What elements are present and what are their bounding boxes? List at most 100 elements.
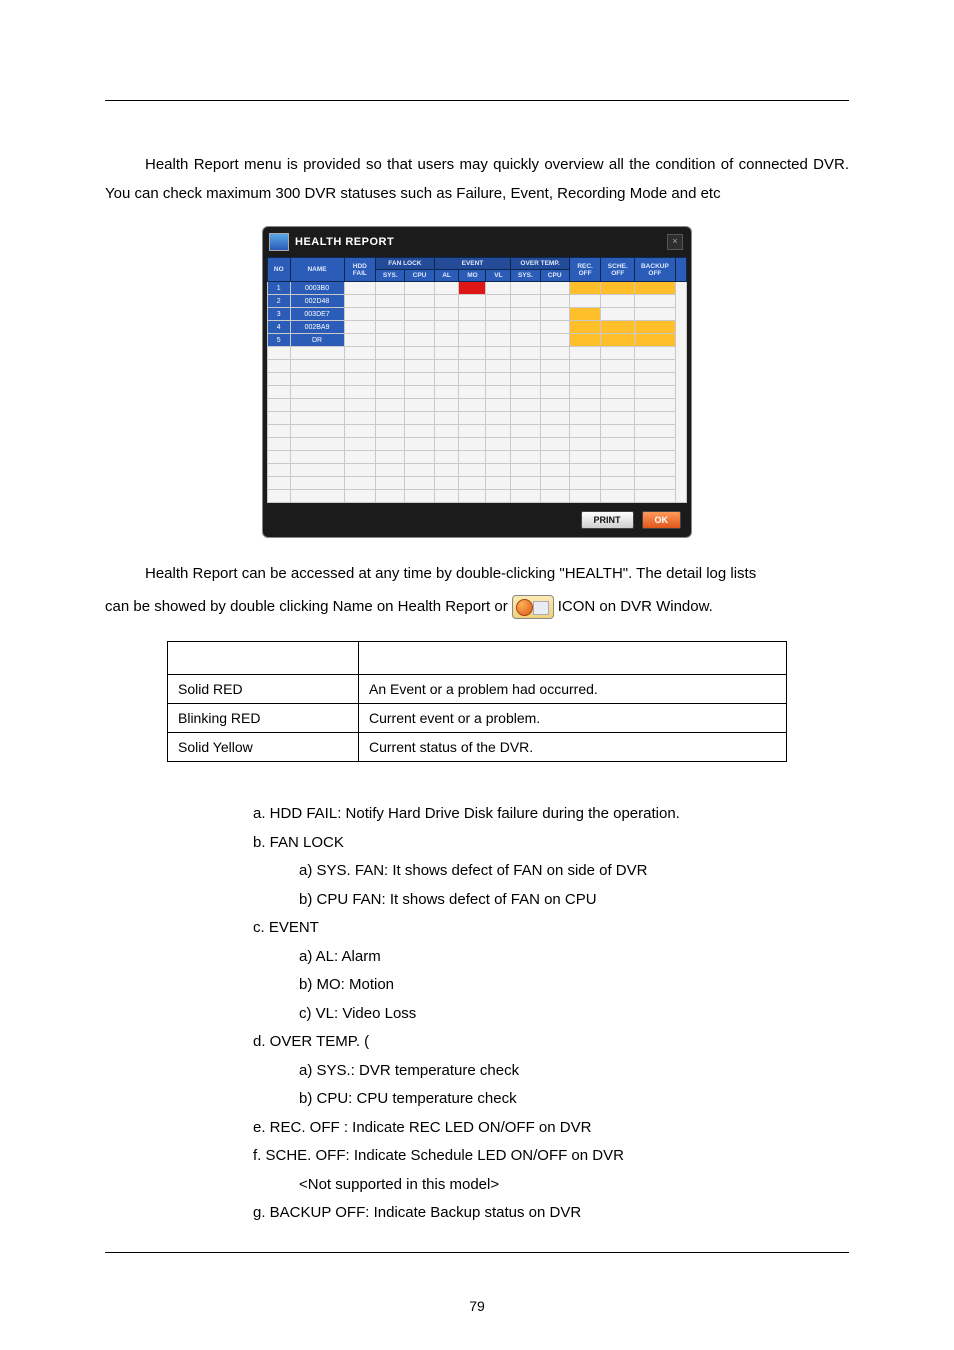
table-cell xyxy=(405,347,434,360)
scrollbar[interactable] xyxy=(675,258,686,282)
health-report-table: NO NAME HDD FAIL FAN LOCK EVENT OVER TEM… xyxy=(267,257,687,503)
table-cell xyxy=(601,334,635,347)
table-cell xyxy=(459,425,486,438)
table-cell xyxy=(268,386,291,399)
close-icon[interactable]: × xyxy=(667,234,683,250)
table-cell xyxy=(434,477,459,490)
item-d-2: b) CPU: CPU temperature check xyxy=(299,1085,849,1114)
table-cell xyxy=(540,334,569,347)
hdr-overtemp: OVER TEMP. xyxy=(511,258,570,270)
table-cell: 4 xyxy=(268,321,291,334)
table-cell xyxy=(540,438,569,451)
table-cell xyxy=(344,386,376,399)
table-cell xyxy=(434,295,459,308)
status-legend-table: Solid RED An Event or a problem had occu… xyxy=(167,641,787,762)
table-cell xyxy=(540,308,569,321)
legend-header-blank2 xyxy=(359,642,787,675)
table-cell xyxy=(511,425,540,438)
table-cell xyxy=(376,334,405,347)
hdr-ot-cpu: CPU xyxy=(540,270,569,282)
table-cell xyxy=(601,412,635,425)
table-cell xyxy=(459,334,486,347)
table-cell xyxy=(569,477,601,490)
item-b-2: b) CPU FAN: It shows defect of FAN on CP… xyxy=(299,886,849,915)
table-cell xyxy=(344,334,376,347)
table-cell xyxy=(376,308,405,321)
table-row xyxy=(268,412,687,425)
item-c-1: a) AL: Alarm xyxy=(299,943,849,972)
legend-r3-desc: Current status of the DVR. xyxy=(359,733,787,762)
table-cell xyxy=(405,295,434,308)
table-cell xyxy=(540,477,569,490)
table-cell xyxy=(601,386,635,399)
table-cell xyxy=(601,399,635,412)
table-cell xyxy=(601,321,635,334)
table-cell xyxy=(569,360,601,373)
hdr-fan-sys: SYS. xyxy=(376,270,405,282)
table-cell xyxy=(486,451,511,464)
table-cell xyxy=(459,295,486,308)
table-row: 4002BA9 xyxy=(268,321,687,334)
table-cell xyxy=(405,490,434,503)
table-cell xyxy=(344,373,376,386)
table-row: 3003DE7 xyxy=(268,308,687,321)
table-cell: 1 xyxy=(268,282,291,295)
outline-list: a. HDD FAIL: Notify Hard Drive Disk fail… xyxy=(253,800,849,1228)
table-cell xyxy=(376,451,405,464)
table-cell xyxy=(268,373,291,386)
table-cell xyxy=(486,360,511,373)
table-cell xyxy=(344,438,376,451)
table-cell xyxy=(344,399,376,412)
ok-button[interactable]: OK xyxy=(642,511,682,529)
table-cell xyxy=(569,438,601,451)
table-cell xyxy=(635,438,676,451)
table-cell xyxy=(486,477,511,490)
table-cell xyxy=(376,412,405,425)
table-cell xyxy=(344,490,376,503)
item-c-3: c) VL: Video Loss xyxy=(299,1000,849,1029)
table-cell xyxy=(635,334,676,347)
table-cell xyxy=(459,464,486,477)
health-icon xyxy=(512,595,554,619)
table-cell xyxy=(344,464,376,477)
item-d: d. OVER TEMP. ( xyxy=(253,1028,849,1057)
table-cell xyxy=(511,399,540,412)
table-cell xyxy=(290,360,344,373)
table-cell xyxy=(434,386,459,399)
table-cell xyxy=(459,412,486,425)
table-cell xyxy=(459,308,486,321)
table-cell xyxy=(601,347,635,360)
hdr-sche: SCHE. OFF xyxy=(601,258,635,282)
scrollbar-track[interactable] xyxy=(675,282,686,503)
table-cell xyxy=(376,477,405,490)
table-cell xyxy=(376,347,405,360)
table-cell: 5 xyxy=(268,334,291,347)
table-cell xyxy=(268,360,291,373)
table-cell xyxy=(434,347,459,360)
table-cell xyxy=(434,399,459,412)
table-cell xyxy=(601,282,635,295)
table-cell xyxy=(459,373,486,386)
table-cell xyxy=(601,373,635,386)
table-cell xyxy=(569,308,601,321)
table-cell xyxy=(635,464,676,477)
table-cell: 2 xyxy=(268,295,291,308)
window-title: HEALTH REPORT xyxy=(295,236,394,248)
table-cell: DR xyxy=(290,334,344,347)
table-cell xyxy=(268,490,291,503)
table-cell xyxy=(434,412,459,425)
table-cell xyxy=(601,425,635,438)
table-cell xyxy=(601,464,635,477)
table-cell xyxy=(486,282,511,295)
health-report-figure: HEALTH REPORT × NO NAME HDD xyxy=(105,226,849,538)
table-cell xyxy=(601,490,635,503)
table-cell xyxy=(405,386,434,399)
print-button[interactable]: PRINT xyxy=(581,511,634,529)
table-cell xyxy=(405,334,434,347)
app-icon xyxy=(269,233,289,251)
table-cell xyxy=(601,295,635,308)
table-cell xyxy=(376,321,405,334)
table-cell xyxy=(376,490,405,503)
table-cell xyxy=(540,373,569,386)
table-cell xyxy=(635,360,676,373)
